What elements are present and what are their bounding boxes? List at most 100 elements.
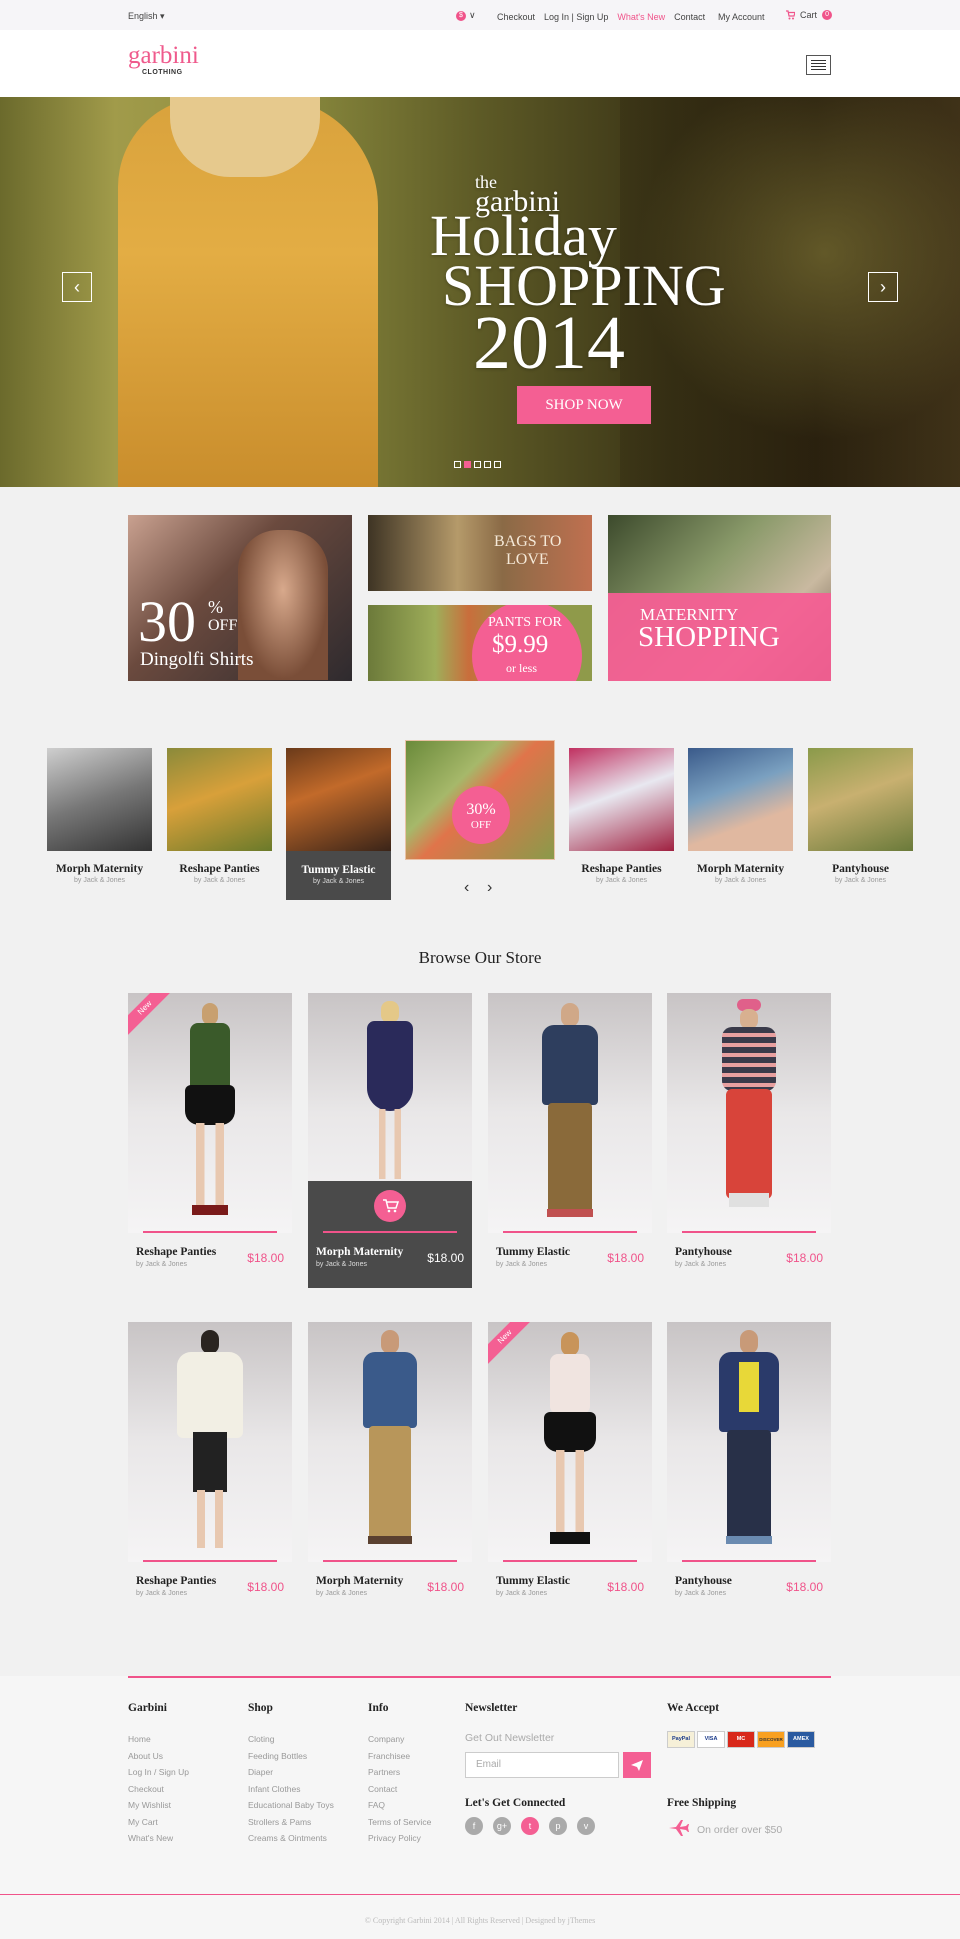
email-input[interactable]: Email [465,1752,619,1778]
hero-prev-arrow[interactable]: ‹ [62,272,92,302]
airplane-icon [667,1819,689,1842]
shop-now-button[interactable]: SHOP NOW [517,386,651,424]
cart-link[interactable]: Cart 0 [785,10,833,20]
logo-text: garbini [128,42,199,69]
carousel-item-brand: by Jack & Jones [715,877,766,884]
footer-link[interactable]: Partners [368,1764,431,1781]
product-card[interactable]: Tummy Elastic by Jack & Jones $18.00 [488,993,652,1288]
login-link[interactable]: Log In | Sign Up [544,12,608,22]
carousel-image [808,748,913,851]
product-underline [503,1231,637,1233]
footer-link[interactable]: Privacy Policy [368,1830,431,1847]
footer-link[interactable]: About Us [128,1748,189,1765]
shipping-title: Free Shipping [667,1797,737,1809]
pinterest-icon[interactable]: p [549,1817,567,1835]
carousel-item[interactable]: Reshape Panties by Jack & Jones [569,748,674,884]
footer-link[interactable]: Home [128,1731,189,1748]
product-brand: by Jack & Jones [496,1590,547,1597]
product-card[interactable]: New Tummy Elastic by Jack & Jones $18.00 [488,1322,652,1617]
amex-icon: AMEX [787,1731,815,1748]
footer-link[interactable]: Terms of Service [368,1814,431,1831]
carousel-promo-tile[interactable]: 30% OFF [405,740,555,860]
cart-icon [383,1199,400,1213]
product-brand: by Jack & Jones [496,1261,547,1268]
hamburger-menu-button[interactable] [806,55,831,75]
product-image [308,1322,472,1562]
facebook-icon[interactable]: f [465,1817,483,1835]
carousel-item[interactable]: Morph Maternity by Jack & Jones [47,748,152,884]
checkout-link[interactable]: Checkout [497,12,535,22]
product-underline [323,1560,457,1562]
hero-next-arrow[interactable]: › [868,272,898,302]
language-selector[interactable]: English ▾ [128,11,165,22]
promo-banner-pants[interactable]: PANTS FOR $9.99 or less [368,605,592,681]
send-icon [631,1760,643,1771]
product-card-hover[interactable]: Morph Maternity by Jack & Jones $18.00 [308,993,472,1288]
footer-link[interactable]: Cloting [248,1731,334,1748]
new-ribbon: New [488,1322,535,1367]
product-underline [143,1231,277,1233]
discover-icon: DISCOVER [757,1731,785,1748]
footer-link[interactable]: Checkout [128,1781,189,1798]
footer-link[interactable]: Company [368,1731,431,1748]
slide-dot[interactable] [474,461,481,468]
footer-link[interactable]: What's New [128,1830,189,1847]
carousel-item-active[interactable]: Tummy Elastic by Jack & Jones [286,748,391,900]
google-plus-icon[interactable]: g+ [493,1817,511,1835]
product-card[interactable]: Morph Maternity by Jack & Jones $18.00 [308,1322,472,1617]
product-brand: by Jack & Jones [136,1590,187,1597]
carousel-next-arrow[interactable]: › [487,879,492,897]
product-price: $18.00 [607,1251,644,1265]
slide-dot-active[interactable] [464,461,471,468]
footer-link[interactable]: FAQ [368,1797,431,1814]
logo[interactable]: garbini CLOTHING [128,43,199,77]
twitter-icon[interactable]: t [521,1817,539,1835]
product-price: $18.00 [786,1251,823,1265]
product-card[interactable]: Pantyhouse by Jack & Jones $18.00 [667,993,831,1288]
cart-label: Cart [800,10,818,20]
product-card[interactable]: Reshape Panties by Jack & Jones $18.00 [128,1322,292,1617]
product-name: Morph Maternity [316,1246,404,1258]
product-underline [323,1231,457,1233]
carousel-item[interactable]: Morph Maternity by Jack & Jones [688,748,793,884]
carousel-item-name: Tummy Elastic [301,864,376,876]
slide-dot[interactable] [484,461,491,468]
footer-link[interactable]: My Wishlist [128,1797,189,1814]
footer-link[interactable]: Feeding Bottles [248,1748,334,1765]
product-card[interactable]: New Reshape Panties by Jack & Jones $18.… [128,993,292,1288]
product-image: New [128,993,292,1233]
banner-pants-price: $9.99 [492,631,549,658]
footer-link[interactable]: Franchisee [368,1748,431,1765]
footer-link[interactable]: Contact [368,1781,431,1798]
footer-link[interactable]: Log In / Sign Up [128,1764,189,1781]
footer-link[interactable]: Diaper [248,1764,334,1781]
vimeo-icon[interactable]: v [577,1817,595,1835]
carousel-prev-arrow[interactable]: ‹ [464,879,469,897]
product-price: $18.00 [427,1580,464,1594]
my-account-link[interactable]: My Account [718,12,765,22]
slide-dot[interactable] [454,461,461,468]
footer-link[interactable]: Infant Clothes [248,1781,334,1798]
slide-dot[interactable] [494,461,501,468]
newsletter-submit-button[interactable] [623,1752,651,1778]
promo-banner-bags[interactable]: BAGS TO LOVE [368,515,592,591]
contact-link[interactable]: Contact [674,12,705,22]
whats-new-link[interactable]: What's New [617,12,665,22]
product-brand: by Jack & Jones [136,1261,187,1268]
footer-link[interactable]: Educational Baby Toys [248,1797,334,1814]
newsletter-title: Newsletter [465,1702,518,1714]
footer-link[interactable]: Creams & Ointments [248,1830,334,1847]
product-image [667,993,831,1233]
carousel-image [47,748,152,851]
promo-banner-maternity[interactable]: MATERNITY SHOPPING [608,515,831,681]
cart-icon [786,10,795,20]
promo-percent: 30% [466,801,496,818]
product-card[interactable]: Pantyhouse by Jack & Jones $18.00 [667,1322,831,1617]
promo-banner-shirts[interactable]: 30 % OFF Dingolfi Shirts [128,515,352,681]
currency-selector[interactable]: $ ∨ [456,10,476,21]
carousel-item[interactable]: Reshape Panties by Jack & Jones [167,748,272,884]
carousel-item[interactable]: Pantyhouse by Jack & Jones [808,748,913,884]
add-to-cart-button[interactable] [374,1190,406,1222]
footer-link[interactable]: My Cart [128,1814,189,1831]
footer-link[interactable]: Strollers & Pams [248,1814,334,1831]
